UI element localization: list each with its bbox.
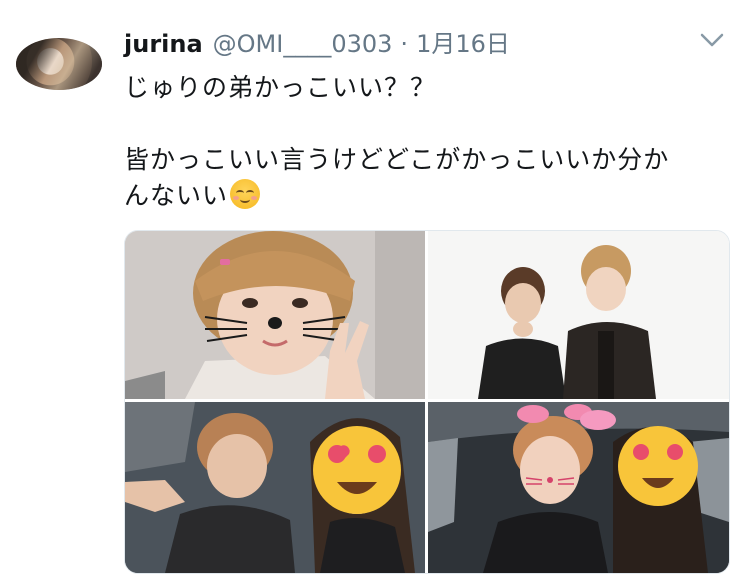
user-handle[interactable]: @OMI____0303	[213, 30, 393, 58]
photo-4-illustration	[428, 402, 729, 573]
display-name[interactable]: jurina	[124, 30, 203, 58]
tweet-text-line-3-wrap: んないい	[124, 176, 261, 212]
tweet-date[interactable]: 1月16日	[416, 24, 510, 59]
tweet-header: jurina @OMI____0303 · 1月16日	[124, 24, 510, 59]
photo-3[interactable]	[125, 402, 425, 573]
photo-1[interactable]	[125, 231, 425, 399]
chevron-down-icon[interactable]	[700, 32, 724, 48]
tweet-text-line-1: じゅりの弟かっこいい？？	[124, 73, 437, 102]
photo-2-illustration	[428, 231, 729, 399]
photo-1-illustration	[125, 231, 425, 399]
separator: ·	[400, 30, 409, 58]
media-grid	[124, 230, 730, 574]
photo-3-illustration	[125, 402, 425, 573]
avatar-image	[16, 38, 102, 90]
relieved-face-emoji	[230, 179, 261, 209]
photo-4[interactable]	[428, 402, 729, 573]
avatar[interactable]	[16, 38, 102, 90]
tweet-text-line-3: んないい	[124, 181, 229, 210]
photo-2[interactable]	[428, 231, 729, 399]
tweet-text-line-2: 皆かっこいい言うけどどこがかっこいいか分か	[124, 145, 670, 174]
